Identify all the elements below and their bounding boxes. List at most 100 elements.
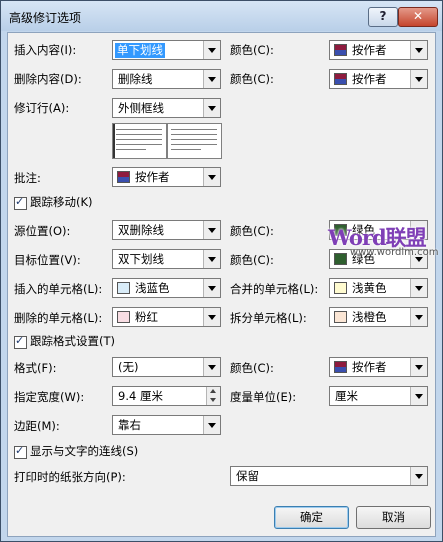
show-lines-checkbox[interactable] [14,444,27,459]
deleted-cells-combo[interactable]: 粉红 [112,307,221,327]
margin-combo[interactable]: 靠右 [112,415,221,435]
chevron-down-icon[interactable] [410,387,427,405]
comments-value: 按作者 [135,170,170,184]
measure-label: 度量单位(E): [230,390,297,404]
deletions-color-label: 颜色(C): [230,72,274,86]
measure-combo[interactable]: 厘米 [329,386,428,406]
balloon-width-value: 9.4 厘米 [118,389,163,403]
light-yellow-swatch [334,282,347,294]
deletions-color-combo[interactable]: 按作者 [329,69,428,89]
deletions-value: 删除线 [118,72,153,86]
split-cells-label: 拆分单元格(L): [230,311,307,325]
light-orange-swatch [334,311,347,323]
balloon-width-label: 指定宽度(W): [14,390,85,404]
insertions-color-combo[interactable]: 按作者 [329,40,428,60]
paper-orientation-value: 保留 [236,469,259,483]
merged-cells-value: 浅黄色 [352,281,387,295]
moved-from-color-label: 颜色(C): [230,224,274,238]
chevron-down-icon[interactable] [410,41,427,59]
deleted-cells-value: 粉红 [135,310,158,324]
comments-label: 批注: [14,171,41,185]
deletions-combo[interactable]: 删除线 [112,69,221,89]
dialog-body: 插入内容(I): 单下划线 颜色(C): 按作者 删除内容(D): 删除线 颜色… [7,32,436,537]
inserted-cells-combo[interactable]: 浅蓝色 [112,278,221,298]
light-blue-swatch [117,282,130,294]
moved-to-color-label: 颜色(C): [230,253,274,267]
format-color-label: 颜色(C): [230,361,274,375]
close-button[interactable]: ✕ [398,7,438,27]
paper-orientation-combo[interactable]: 保留 [230,466,428,486]
format-label: 格式(F): [14,361,57,375]
insertions-label: 插入内容(I): [14,43,77,57]
deletions-label: 删除内容(D): [14,72,82,86]
chevron-down-icon[interactable] [203,358,220,376]
author-color-swatch [334,44,347,56]
changed-lines-preview-right [167,123,222,159]
margin-value: 靠右 [118,418,141,432]
paper-orientation-label: 打印时的纸张方向(P): [14,470,126,484]
format-color-combo[interactable]: 按作者 [329,357,428,377]
chevron-down-icon[interactable] [203,41,220,59]
ok-button[interactable]: 确定 [274,506,349,529]
insertions-color-value: 按作者 [352,43,387,57]
track-moves-label[interactable]: 跟踪移动(K) [30,194,93,210]
changed-lines-combo[interactable]: 外侧框线 [112,98,221,118]
track-formatting-checkbox[interactable] [14,334,27,349]
balloon-width-spinner[interactable]: 9.4 厘米 [112,386,221,406]
chevron-down-icon[interactable] [203,250,220,268]
moved-to-label: 目标位置(V): [14,253,81,267]
insertions-color-label: 颜色(C): [230,43,274,57]
watermark-url: www.wordlm.com [350,247,439,258]
track-formatting-label[interactable]: 跟踪格式设置(T) [30,333,115,349]
deleted-cells-label: 删除的单元格(L): [14,311,103,325]
split-cells-value: 浅橙色 [352,310,387,324]
merged-cells-combo[interactable]: 浅黄色 [329,278,428,298]
moved-from-label: 源位置(O): [14,224,71,238]
comments-combo[interactable]: 按作者 [112,167,221,187]
dialog-title: 高级修订选项 [9,11,82,25]
cancel-button[interactable]: 取消 [356,506,431,529]
moved-from-combo[interactable]: 双删除线 [112,220,221,240]
moved-to-value: 双下划线 [118,252,164,266]
moved-to-combo[interactable]: 双下划线 [112,249,221,269]
title-bar[interactable]: 高级修订选项 ? ✕ [1,1,442,31]
pink-swatch [117,311,130,323]
format-combo[interactable]: (无) [112,357,221,377]
margin-label: 边距(M): [14,419,60,433]
inserted-cells-value: 浅蓝色 [135,281,170,295]
changed-lines-preview-left [112,123,167,159]
chevron-down-icon[interactable] [203,221,220,239]
chevron-down-icon[interactable] [203,416,220,434]
changed-lines-label: 修订行(A): [14,101,70,115]
dialog-window: 高级修订选项 ? ✕ 插入内容(I): 单下划线 颜色(C): 按作者 删除内容… [0,0,443,542]
track-moves-checkbox[interactable] [14,195,27,210]
help-button[interactable]: ? [368,7,398,27]
chevron-down-icon[interactable] [410,279,427,297]
chevron-down-icon[interactable] [203,279,220,297]
chevron-down-icon[interactable] [203,70,220,88]
chevron-down-icon[interactable] [410,358,427,376]
watermark-logo: Word联盟 www.wordlm.com [328,222,438,258]
author-color-swatch [334,361,347,373]
chevron-down-icon[interactable] [203,308,220,326]
changed-lines-value: 外侧框线 [118,101,164,115]
deletions-color-value: 按作者 [352,72,387,86]
chevron-down-icon[interactable] [410,70,427,88]
show-lines-label[interactable]: 显示与文字的连线(S) [30,443,138,459]
author-color-swatch [117,171,130,183]
inserted-cells-label: 插入的单元格(L): [14,282,103,296]
merged-cells-label: 合并的单元格(L): [230,282,319,296]
measure-value: 厘米 [335,389,358,403]
split-cells-combo[interactable]: 浅橙色 [329,307,428,327]
insertions-value: 单下划线 [115,43,165,58]
author-color-swatch [334,73,347,85]
chevron-down-icon[interactable] [410,308,427,326]
insertions-combo[interactable]: 单下划线 [112,40,221,60]
format-value: (无) [118,360,139,374]
format-color-value: 按作者 [352,360,387,374]
spin-down-icon[interactable] [206,396,220,405]
chevron-down-icon[interactable] [203,168,220,186]
chevron-down-icon[interactable] [410,467,427,485]
moved-from-value: 双删除线 [118,223,164,237]
chevron-down-icon[interactable] [203,99,220,117]
